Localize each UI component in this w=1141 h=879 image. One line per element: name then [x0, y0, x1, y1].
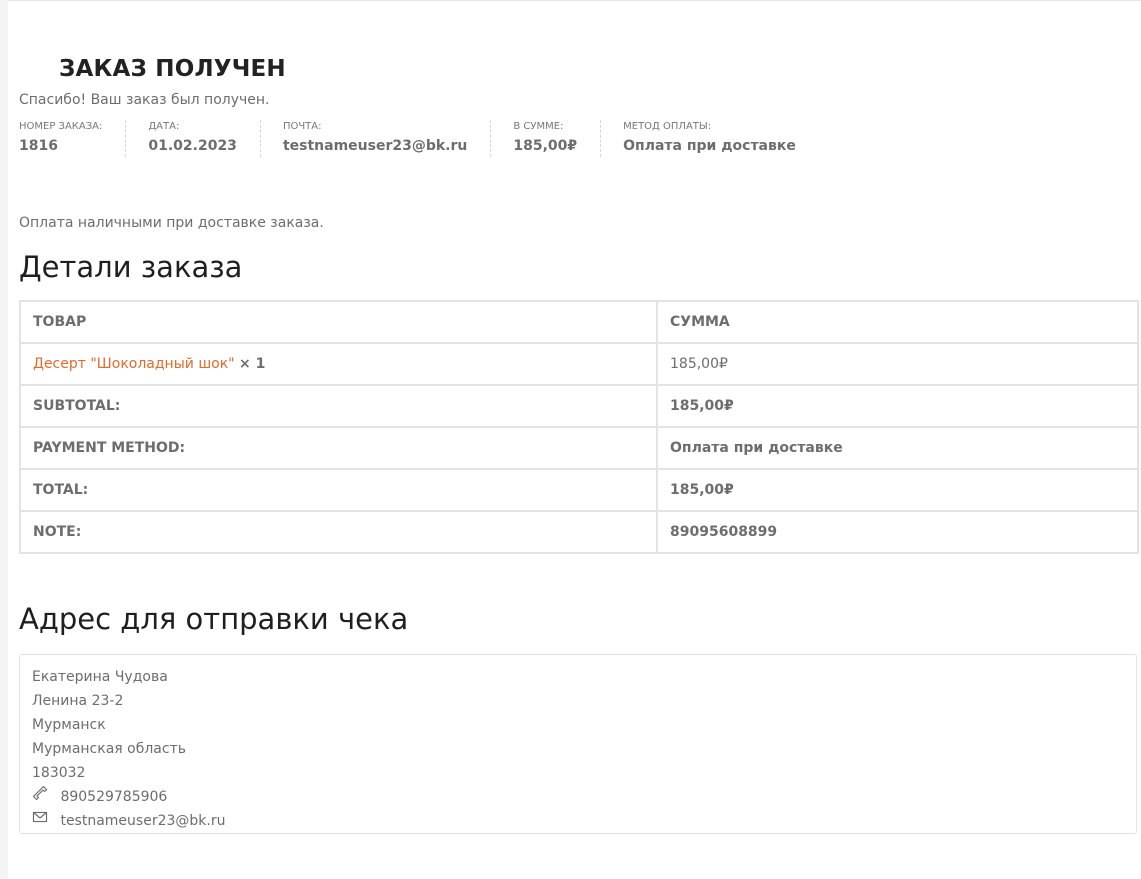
page-title: ЗАКАЗ ПОЛУЧЕН [59, 56, 286, 82]
overview-order-number: НОМЕР ЗАКАЗА: 1816 [19, 120, 127, 157]
overview-value: 1816 [19, 138, 58, 154]
table-row: PAYMENT METHOD: Оплата при доставке [19, 426, 1139, 470]
product-price: 185,00₽ [656, 342, 1139, 386]
table-row: TOTAL: 185,00₽ [19, 468, 1139, 512]
table-row: NOTE: 89095608899 [19, 510, 1139, 554]
total-value: 185,00₽ [656, 468, 1139, 512]
overview-value: 01.02.2023 [148, 138, 237, 154]
product-link[interactable]: Десерт "Шоколадный шок" [33, 356, 235, 372]
address-phone: 890529785906 [60, 789, 168, 805]
note-value: 89095608899 [656, 510, 1139, 554]
payment-method-label: PAYMENT METHOD: [19, 426, 658, 470]
column-header-sum: СУММА [656, 300, 1139, 344]
payment-instructions: Оплата наличными при доставке заказа. [19, 215, 324, 231]
table-row: Десерт "Шоколадный шок" × 1 185,00₽ [19, 342, 1139, 386]
note-label: NOTE: [19, 510, 658, 554]
overview-value: Оплата при доставке [623, 138, 796, 154]
billing-address-heading: Адрес для отправки чека [19, 602, 409, 636]
payment-method-value: Оплата при доставке [656, 426, 1139, 470]
product-cell: Десерт "Шоколадный шок" × 1 [19, 342, 658, 386]
product-quantity: × 1 [239, 356, 266, 372]
overview-label: ПОЧТА: [282, 121, 322, 132]
overview-value: 185,00₽ [513, 138, 578, 154]
address-region: Мурманская область [32, 741, 186, 757]
subtotal-label: SUBTOTAL: [19, 384, 658, 428]
overview-label: МЕТОД ОПЛАТЫ: [623, 121, 712, 132]
address-name: Екатерина Чудова [32, 669, 168, 685]
table-header-row: ТОВАР СУММА [19, 300, 1139, 344]
subtotal-value: 185,00₽ [656, 384, 1139, 428]
overview-value: testnameuser23@bk.ru [282, 138, 468, 154]
overview-date: ДАТА: 01.02.2023 [148, 120, 261, 157]
address-street: Ленина 23-2 [32, 693, 124, 709]
order-details-heading: Детали заказа [19, 250, 243, 284]
overview-email: ПОЧТА: testnameuser23@bk.ru [282, 120, 492, 157]
total-label: TOTAL: [19, 468, 658, 512]
address-postcode: 183032 [32, 765, 86, 781]
column-header-product: ТОВАР [19, 300, 658, 344]
address-email-row: testnameuser23@bk.ru [32, 809, 1124, 833]
overview-label: В СУММЕ: [513, 121, 564, 132]
overview-total: В СУММЕ: 185,00₽ [513, 120, 602, 157]
order-details-table: ТОВАР СУММА Десерт "Шоколадный шок" × 1 … [19, 300, 1139, 554]
overview-payment-method: МЕТОД ОПЛАТЫ: Оплата при доставке [623, 120, 819, 157]
order-overview: НОМЕР ЗАКАЗА: 1816 ДАТА: 01.02.2023 ПОЧТ… [19, 120, 841, 157]
address-email: testnameuser23@bk.ru [60, 813, 226, 829]
phone-icon [32, 785, 48, 801]
table-row: SUBTOTAL: 185,00₽ [19, 384, 1139, 428]
billing-address: Екатерина Чудова Ленина 23-2 Мурманск Му… [19, 654, 1137, 834]
address-city: Мурманск [32, 717, 106, 733]
overview-label: ДАТА: [148, 121, 180, 132]
address-phone-row: 890529785906 [32, 785, 1124, 809]
overview-label: НОМЕР ЗАКАЗА: [19, 121, 103, 132]
top-frame [8, 0, 1141, 1]
left-frame [0, 0, 8, 879]
thank-you-message: Спасибо! Ваш заказ был получен. [19, 92, 270, 108]
envelope-icon [32, 811, 48, 823]
